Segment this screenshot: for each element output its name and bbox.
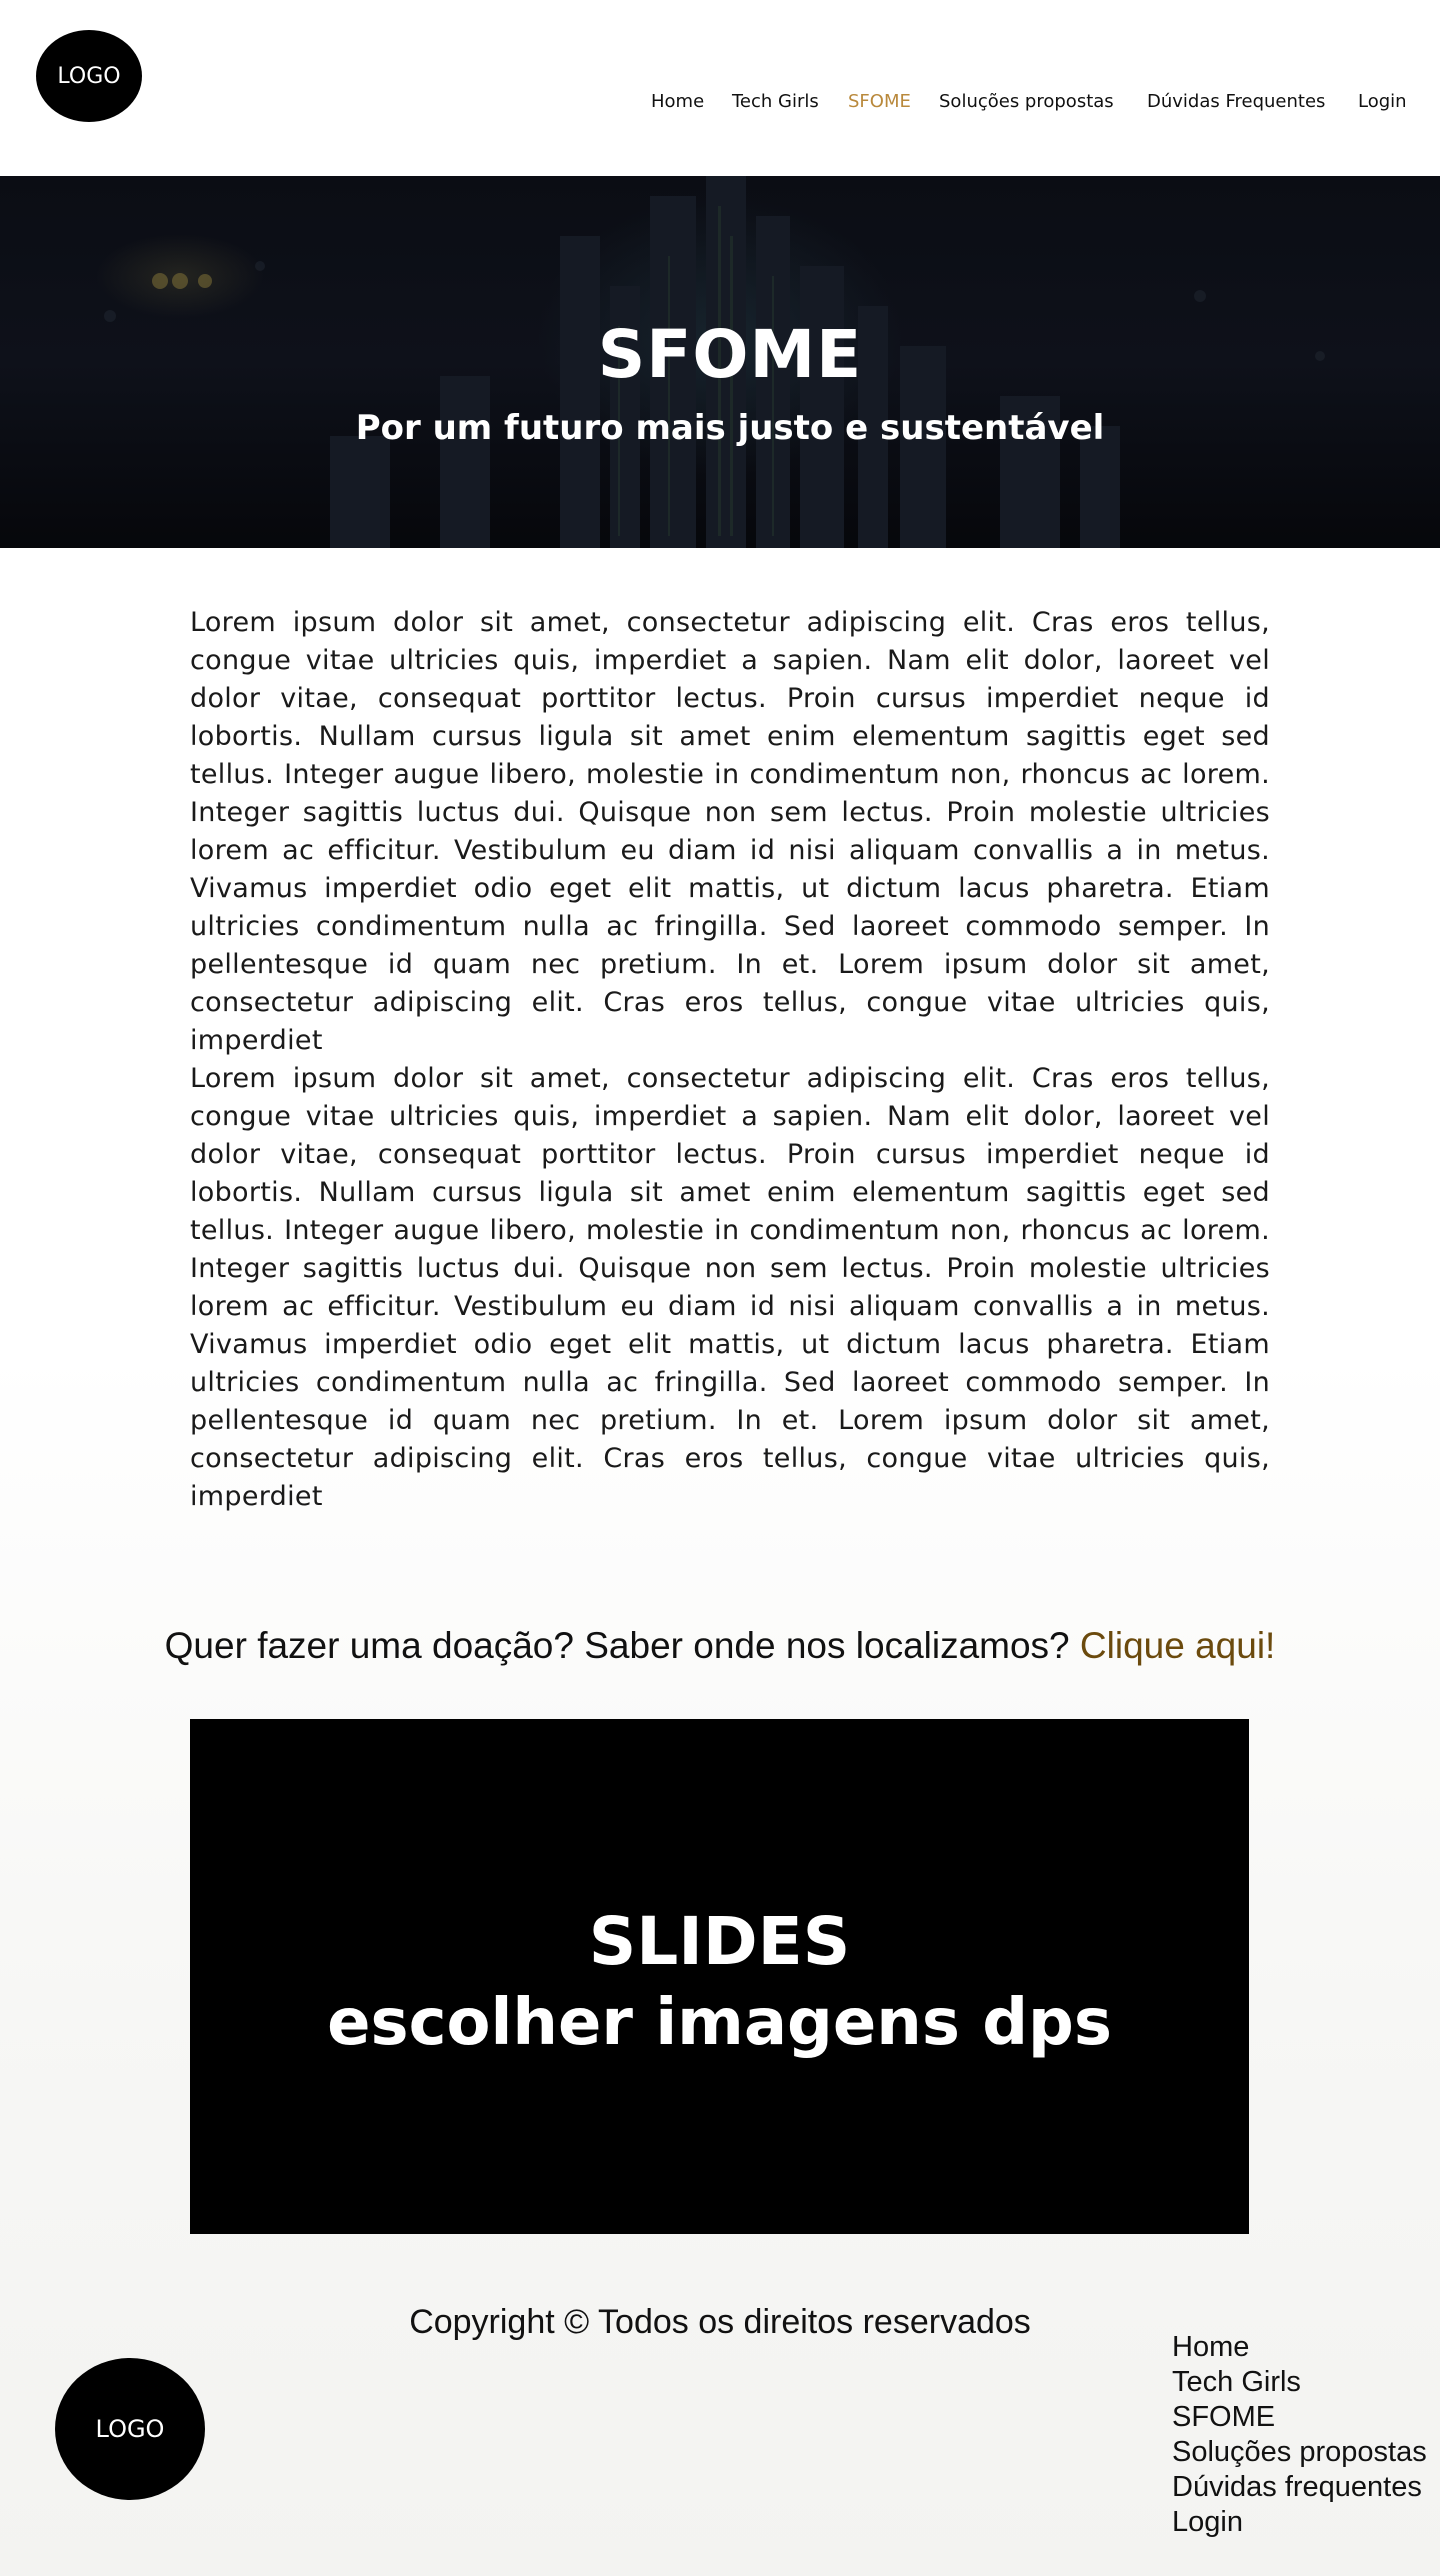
slides-title: SLIDES [588,1903,851,1980]
hero-title: SFOME [597,316,863,393]
body-paragraph: Lorem ipsum dolor sit amet, consectetur … [190,1063,1270,1512]
hero-subtitle: Por um futuro mais justo e sustentável [355,408,1105,448]
cta-click-here-link[interactable]: Clique aqui! [1080,1625,1275,1666]
footer-nav-login[interactable]: Login [1172,2505,1437,2540]
footer-nav-duvidas-frequentes[interactable]: Dúvidas frequentes [1172,2470,1437,2505]
nav-home[interactable]: Home [651,91,704,112]
slides-subtitle: escolher imagens dps [327,1986,1112,2060]
nav-login[interactable]: Login [1358,91,1407,112]
body-paragraph: Lorem ipsum dolor sit amet, consectetur … [190,607,1270,1056]
site-header: LOGO Home Tech Girls SFOME Soluções prop… [0,0,1440,176]
donation-cta: Quer fazer uma doação? Saber onde nos lo… [0,1625,1440,1667]
footer-logo[interactable]: LOGO [55,2358,205,2500]
cta-text: Quer fazer uma doação? Saber onde nos lo… [164,1625,1080,1666]
logo[interactable]: LOGO [36,30,142,122]
footer-nav-tech-girls[interactable]: Tech Girls [1172,2365,1437,2400]
nav-tech-girls[interactable]: Tech Girls [732,91,819,112]
footer-logo-text: LOGO [95,2415,165,2443]
footer-nav-sfome[interactable]: SFOME [1172,2400,1437,2435]
footer-nav-home[interactable]: Home [1172,2330,1437,2365]
hero-banner: SFOME Por um futuro mais justo e sustent… [0,176,1440,548]
logo-text: LOGO [57,63,121,89]
footer-nav-solucoes-propostas[interactable]: Soluções propostas [1172,2435,1437,2470]
main-content: Lorem ipsum dolor sit amet, consectetur … [190,604,1270,1516]
slides-carousel[interactable]: SLIDES escolher imagens dps [190,1719,1249,2234]
footer-nav: Home Tech Girls SFOME Soluções propostas… [1172,2330,1437,2540]
nav-sfome[interactable]: SFOME [848,91,911,112]
nav-solucoes-propostas[interactable]: Soluções propostas [939,91,1114,112]
nav-duvidas-frequentes[interactable]: Dúvidas Frequentes [1147,91,1325,112]
